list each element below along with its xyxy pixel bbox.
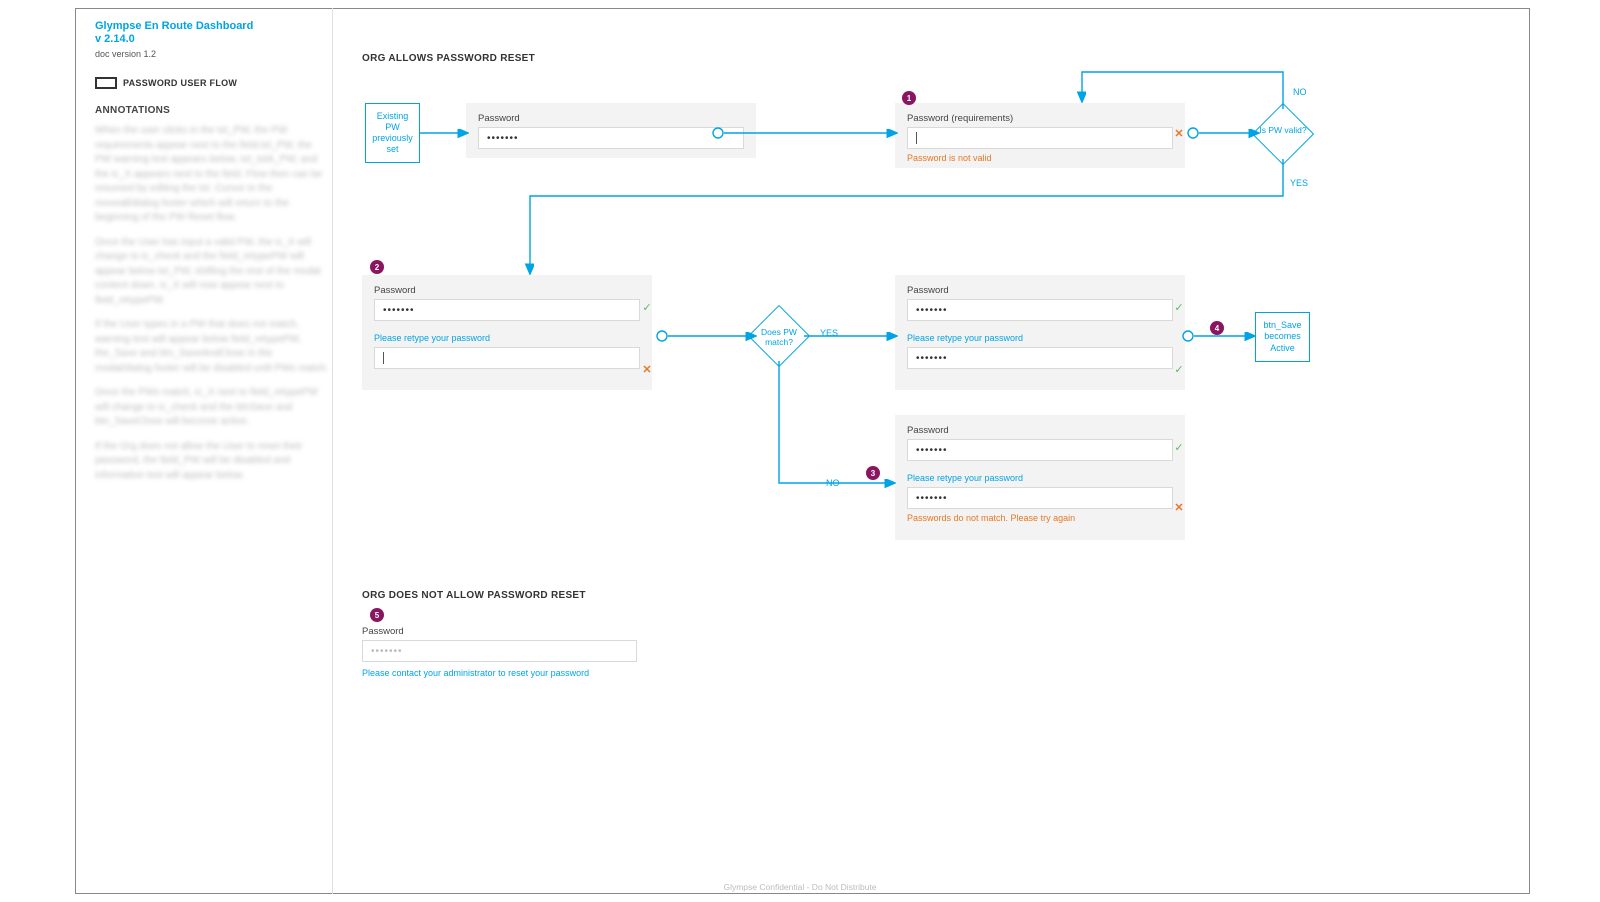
password-input[interactable]	[907, 127, 1173, 149]
section-title-deny: ORG DOES NOT ALLOW PASSWORD RESET	[362, 590, 586, 601]
footer-confidential: Glympse Confidential - Do Not Distribute	[0, 882, 1600, 892]
card-retype-match: Password ••••••• Please retype your pass…	[895, 275, 1185, 390]
annotation-badge-4: 4	[1210, 321, 1224, 335]
legend-box-icon	[95, 77, 117, 89]
retype-input[interactable]: •••••••	[907, 487, 1173, 509]
field-label: Password	[907, 425, 1173, 436]
retype-prompt: Please retype your password	[374, 333, 640, 343]
card-retype-initial: Password ••••••• Please retype your pass…	[362, 275, 652, 390]
card-retype-mismatch: Password ••••••• Please retype your pass…	[895, 415, 1185, 540]
field-label: Password	[907, 285, 1173, 296]
annotations-blurred: When the user clicks in the txt_PW, the …	[95, 124, 330, 483]
node-save-active: btn_Save becomes Active	[1255, 312, 1310, 362]
annotations-heading: ANNOTATIONS	[95, 105, 330, 116]
contact-admin-text: Please contact your administrator to res…	[362, 668, 637, 678]
password-input[interactable]: •••••••	[478, 127, 744, 149]
doc-version: doc version 1.2	[95, 49, 330, 59]
badge-num: 4	[1215, 324, 1219, 333]
check-icon: ✓	[1172, 362, 1186, 376]
check-icon: ✓	[1172, 440, 1186, 454]
password-mask: •••••••	[916, 353, 948, 364]
field-label: Password	[478, 113, 744, 124]
cross-icon: ✕	[640, 362, 654, 376]
retype-prompt: Please retype your password	[907, 473, 1173, 483]
edge-label-yes: YES	[1290, 178, 1308, 188]
error-invalid: Password is not valid	[907, 153, 1173, 163]
annotation-badge-3: 3	[866, 466, 880, 480]
password-input-disabled: •••••••	[362, 640, 637, 662]
field-label: Password (requirements)	[907, 113, 1173, 124]
badge-num: 3	[871, 469, 875, 478]
annotation-badge-2: 2	[370, 260, 384, 274]
password-mask: •••••••	[916, 445, 948, 456]
decision-pw-match-label: Does PW match?	[754, 328, 804, 348]
edge-label-no: NO	[826, 478, 840, 488]
section-title-allow: ORG ALLOWS PASSWORD RESET	[362, 53, 535, 64]
node-existing-pw-label: Existing PW previously set	[370, 111, 415, 156]
decision-is-pw-valid-label: Is PW valid?	[1258, 126, 1308, 136]
sidebar-divider	[332, 8, 333, 894]
card-password-start: Password •••••••	[466, 103, 756, 158]
badge-num: 5	[375, 611, 379, 620]
cross-icon: ✕	[1172, 126, 1186, 140]
password-mask: •••••••	[371, 646, 403, 657]
password-input[interactable]: •••••••	[907, 439, 1173, 461]
badge-num: 2	[375, 263, 379, 272]
password-mask: •••••••	[487, 133, 519, 144]
password-mask: •••••••	[916, 305, 948, 316]
retype-prompt: Please retype your password	[907, 333, 1173, 343]
product-title: Glympse En Route Dashboard	[95, 20, 330, 32]
card-password-disabled: Password ••••••• Please contact your adm…	[362, 626, 637, 678]
password-input[interactable]: •••••••	[907, 299, 1173, 321]
sidebar: Glympse En Route Dashboard v 2.14.0 doc …	[95, 20, 330, 493]
check-icon: ✓	[640, 300, 654, 314]
error-mismatch: Passwords do not match. Please try again	[907, 513, 1173, 523]
node-existing-pw: Existing PW previously set	[365, 103, 420, 163]
retype-input[interactable]	[374, 347, 640, 369]
product-version: v 2.14.0	[95, 33, 330, 45]
retype-input[interactable]: •••••••	[907, 347, 1173, 369]
badge-num: 1	[907, 94, 911, 103]
edge-label-no: NO	[1293, 87, 1307, 97]
edge-label-yes: YES	[820, 328, 838, 338]
legend-label: PASSWORD USER FLOW	[123, 78, 237, 88]
node-save-active-label: btn_Save becomes Active	[1260, 320, 1305, 354]
password-mask: •••••••	[383, 305, 415, 316]
password-input[interactable]: •••••••	[374, 299, 640, 321]
annotation-badge-5: 5	[370, 608, 384, 622]
legend: PASSWORD USER FLOW	[95, 77, 330, 89]
annotation-badge-1: 1	[902, 91, 916, 105]
card-password-requirements: Password (requirements) Password is not …	[895, 103, 1185, 168]
cross-icon: ✕	[1172, 500, 1186, 514]
check-icon: ✓	[1172, 300, 1186, 314]
field-label: Password	[362, 626, 637, 637]
password-mask: •••••••	[916, 493, 948, 504]
field-label: Password	[374, 285, 640, 296]
